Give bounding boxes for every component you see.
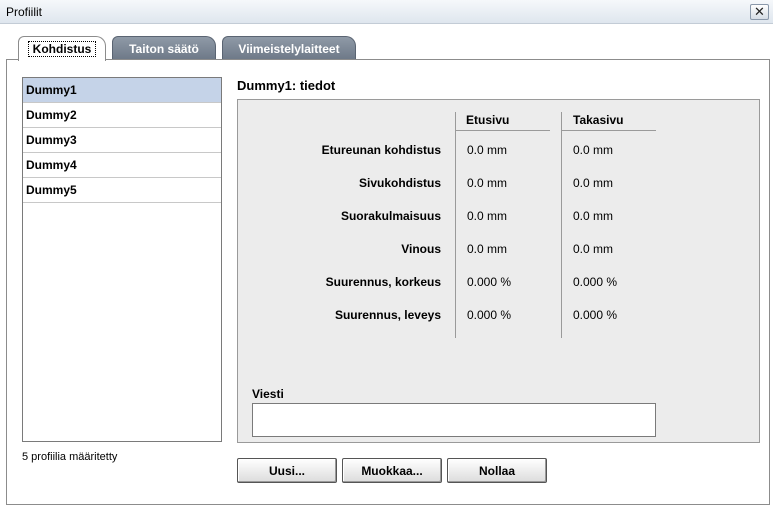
details-panel: Etusivu Takasivu Etureunan kohdistus 0.0… — [237, 99, 760, 443]
close-icon[interactable]: ✕ — [750, 4, 769, 20]
front-value: 0.000 % — [467, 308, 512, 322]
column-header-back: Takasivu — [573, 113, 624, 127]
back-value: 0.0 mm — [573, 176, 614, 190]
tab-kohdistus-label: Kohdistus — [27, 41, 97, 57]
row-label: Vinous — [401, 242, 441, 256]
front-value: 0.0 mm — [467, 242, 508, 256]
title-bar: Profiilit ✕ — [0, 0, 773, 24]
new-button[interactable]: Uusi... — [237, 458, 337, 483]
window-title: Profiilit — [6, 5, 43, 19]
row-label: Suurennus, leveys — [334, 308, 441, 322]
profile-list-item[interactable]: Dummy4 — [23, 153, 221, 178]
profile-list-item[interactable]: Dummy1 — [23, 78, 221, 103]
tab-kohdistus[interactable]: Kohdistus — [18, 36, 106, 61]
back-value: 0.0 mm — [573, 242, 614, 256]
row-label: Sivukohdistus — [358, 176, 441, 190]
column-rule — [455, 130, 550, 131]
edit-button[interactable]: Muokkaa... — [342, 458, 442, 483]
column-divider — [561, 112, 562, 338]
back-value: 0.000 % — [573, 308, 618, 322]
front-value: 0.0 mm — [467, 143, 508, 157]
profile-list-item[interactable]: Dummy5 — [23, 178, 221, 203]
column-rule — [561, 130, 656, 131]
profile-count: 5 profiilia määritetty — [22, 451, 118, 463]
tab-viimeistelylaitteet[interactable]: Viimeistelylaitteet — [222, 36, 356, 60]
reset-button[interactable]: Nollaa — [447, 458, 547, 483]
row-label: Suorakulmaisuus — [340, 209, 441, 223]
front-value: 0.0 mm — [467, 209, 508, 223]
message-label: Viesti — [252, 387, 284, 401]
tab-taiton-saato-label: Taiton säätö — [129, 42, 199, 56]
front-value: 0.000 % — [467, 275, 512, 289]
front-value: 0.0 mm — [467, 176, 508, 190]
back-value: 0.000 % — [573, 275, 618, 289]
profile-list-item[interactable]: Dummy3 — [23, 128, 221, 153]
column-header-front: Etusivu — [466, 113, 510, 127]
profile-list[interactable]: Dummy1 Dummy2 Dummy3 Dummy4 Dummy5 — [22, 77, 222, 442]
back-value: 0.0 mm — [573, 209, 614, 223]
profile-list-item[interactable]: Dummy2 — [23, 103, 221, 128]
back-value: 0.0 mm — [573, 143, 614, 157]
row-label: Suurennus, korkeus — [325, 275, 441, 289]
details-heading: Dummy1: tiedot — [237, 78, 336, 93]
tab-taiton-saato[interactable]: Taiton säätö — [112, 36, 216, 60]
row-label: Etureunan kohdistus — [321, 143, 441, 157]
tab-viimeistelylaitteet-label: Viimeistelylaitteet — [238, 42, 340, 56]
column-divider — [455, 112, 456, 338]
message-field[interactable] — [252, 403, 656, 437]
